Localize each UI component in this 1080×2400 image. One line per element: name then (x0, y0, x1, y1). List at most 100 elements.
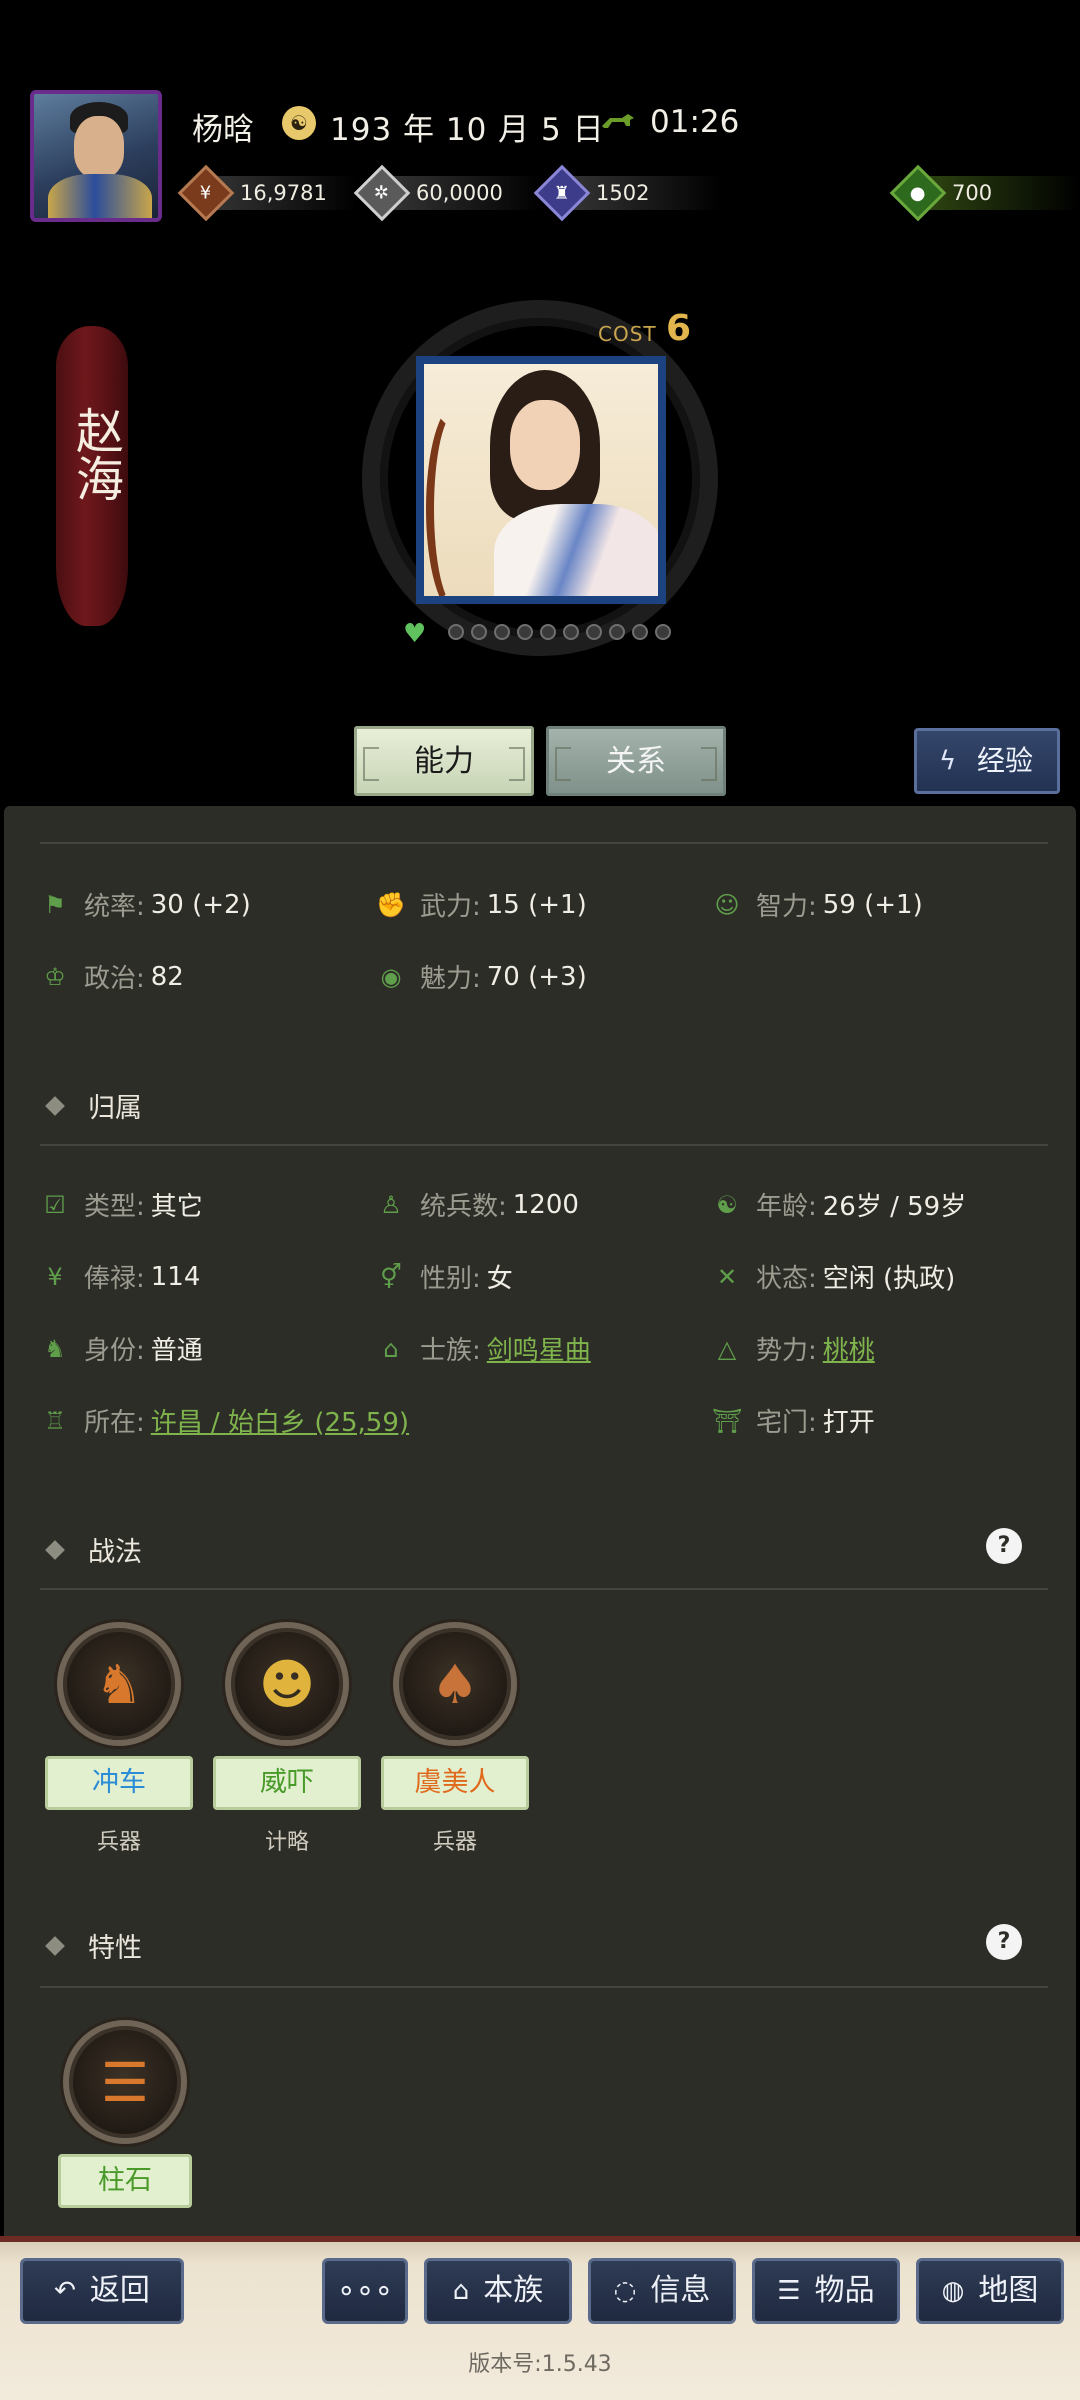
version-text: 版本号:1.5.43 (468, 2352, 612, 2377)
location-link[interactable]: 许昌 / 始白乡 (25,59) (151, 1402, 409, 1439)
tactics-help-button[interactable]: ? (986, 1528, 1022, 1564)
diamond-icon (45, 1095, 65, 1116)
field-faction: △ 势力: 桃桃 (712, 1330, 875, 1367)
map-button[interactable]: ◍ 地图 (916, 2258, 1064, 2324)
items-button[interactable]: ☰ 物品 (752, 2258, 900, 2324)
player-avatar[interactable] (30, 90, 162, 222)
troops-resource[interactable]: ♜ 1502 (533, 164, 722, 222)
siege-horse-icon: ♞ (57, 1622, 181, 1746)
field-clan: ⌂ 士族: 剑鸣星曲 (376, 1330, 591, 1367)
divider (40, 1986, 1048, 1988)
field-value: 其它 (150, 1192, 203, 1222)
detail-panel[interactable]: ⚑ 统率: 30 (+2) ✊ 武力: 15 (+1) ☺ 智力: 59 (+1… (4, 806, 1076, 2236)
tab-relation[interactable]: 关系 (546, 726, 726, 796)
player-name: 杨晗 (192, 112, 254, 148)
food-resource[interactable]: ✲ 60,0000 (353, 164, 542, 222)
field-value: 114 (150, 1261, 201, 1292)
back-button[interactable]: ↶ 返回 (20, 2258, 184, 2324)
gate-icon: ⛩ (712, 1406, 743, 1435)
mountain-icon: △ (717, 1334, 737, 1363)
loyalty-dot (632, 624, 648, 640)
divider (40, 1588, 1048, 1590)
tactic-item[interactable]: ♞ 冲车 兵器 (44, 1622, 194, 1856)
stat-label: 魅力: (420, 964, 481, 994)
crown-icon: ♔ (44, 962, 66, 991)
fox-icon: ♠ (393, 1622, 517, 1746)
loyalty-dot (517, 624, 533, 640)
stat-value: 70 (+3) (486, 961, 587, 992)
info-button[interactable]: ◌ 信息 (588, 2258, 736, 2324)
loyalty-dot (448, 624, 464, 640)
stat-command: ⚑ 统率: 30 (+2) (40, 886, 251, 923)
section-affiliation: 归属 (45, 1086, 142, 1125)
field-gender: ⚥ 性别: 女 (376, 1258, 513, 1295)
chess-knight-icon: ♞ (44, 1334, 66, 1363)
more-label: ∘∘∘ (336, 2273, 394, 2308)
yen-icon: ¥ (47, 1262, 63, 1291)
section-title: 战法 (88, 1537, 142, 1568)
stat-label: 武力: (420, 892, 481, 922)
flag-icon: ⚑ (44, 890, 66, 919)
tactic-name: 冲车 (45, 1756, 193, 1810)
stat-value: 82 (150, 961, 184, 992)
back-label: 返回 (89, 2273, 150, 2308)
grain-icon: ✲ (353, 164, 411, 222)
field-label: 类型: (84, 1192, 145, 1222)
hero-name: 赵海 (67, 406, 123, 502)
food-value: 60,0000 (416, 181, 503, 205)
faction-link[interactable]: 桃桃 (823, 1330, 875, 1367)
field-troop-count: ♙ 统兵数: 1200 (376, 1186, 579, 1223)
field-value: 1200 (512, 1189, 579, 1220)
tab-ability[interactable]: 能力 (354, 726, 534, 796)
field-value: 打开 (822, 1408, 875, 1438)
person-icon: ♙ (380, 1190, 402, 1219)
map-label: 地图 (978, 2273, 1039, 2308)
soldier-icon: ♜ (533, 164, 591, 222)
trait-item[interactable]: ☰ 柱石 (50, 2020, 200, 2208)
money-resource[interactable]: ¥ 16,9781 (177, 164, 356, 222)
portrait-bow (426, 404, 486, 596)
return-icon: ↶ (54, 2276, 76, 2306)
stat-politics: ♔ 政治: 82 (40, 958, 184, 995)
divider (40, 1144, 1048, 1146)
loyalty-dot (609, 624, 625, 640)
money-bag-icon: ● (889, 164, 947, 222)
tactic-item[interactable]: ♠ 虞美人 兵器 (380, 1622, 530, 1856)
field-salary: ¥ 俸禄: 114 (40, 1258, 200, 1295)
avatar-face (74, 116, 124, 178)
diamond-icon (45, 1539, 65, 1560)
field-gate: ⛩ 宅门: 打开 (712, 1402, 875, 1439)
loyalty-dot (586, 624, 602, 640)
city-icon: ♖ (44, 1406, 66, 1435)
traits-help-button[interactable]: ? (986, 1924, 1022, 1960)
stat-label: 政治: (84, 964, 145, 994)
field-label: 士族: (420, 1336, 481, 1366)
more-button[interactable]: ∘∘∘ (322, 2258, 408, 2324)
clan-link[interactable]: 剑鸣星曲 (487, 1330, 591, 1367)
experience-button[interactable]: ϟ 经验 (914, 728, 1060, 794)
hero-portrait[interactable] (416, 356, 666, 604)
tactic-type: 计略 (264, 1830, 309, 1855)
section-title: 归属 (88, 1093, 142, 1124)
stat-label: 统率: (84, 892, 145, 922)
tactic-item[interactable]: ☻ 威吓 计略 (212, 1622, 362, 1856)
arm-icon: ✊ (376, 890, 406, 919)
loyalty-dot (655, 624, 671, 640)
loyalty-dot (494, 624, 510, 640)
field-value: 26岁 / 59岁 (822, 1192, 967, 1222)
field-label: 宅门: (756, 1408, 817, 1438)
portrait-face (510, 400, 580, 490)
pillar-icon: ☰ (63, 2020, 187, 2144)
stat-force: ✊ 武力: 15 (+1) (376, 886, 587, 923)
field-label: 统兵数: (420, 1192, 507, 1222)
diamond-icon (45, 1935, 65, 1956)
experience-label: 经验 (977, 744, 1034, 777)
clan-label: 本族 (483, 2273, 544, 2308)
bottom-bar: ↶ 返回 ∘∘∘ ⌂ 本族 ◌ 信息 ☰ 物品 ◍ 地图 版本号:1.5.43 (0, 2236, 1080, 2400)
tactic-type: 兵器 (432, 1830, 477, 1855)
gold-resource[interactable]: ● 700 (889, 164, 1078, 222)
field-age: ☯ 年龄: 26岁 / 59岁 (712, 1186, 966, 1223)
age-icon: ☯ (716, 1190, 738, 1219)
clan-button[interactable]: ⌂ 本族 (424, 2258, 572, 2324)
loyalty-dot (471, 624, 487, 640)
